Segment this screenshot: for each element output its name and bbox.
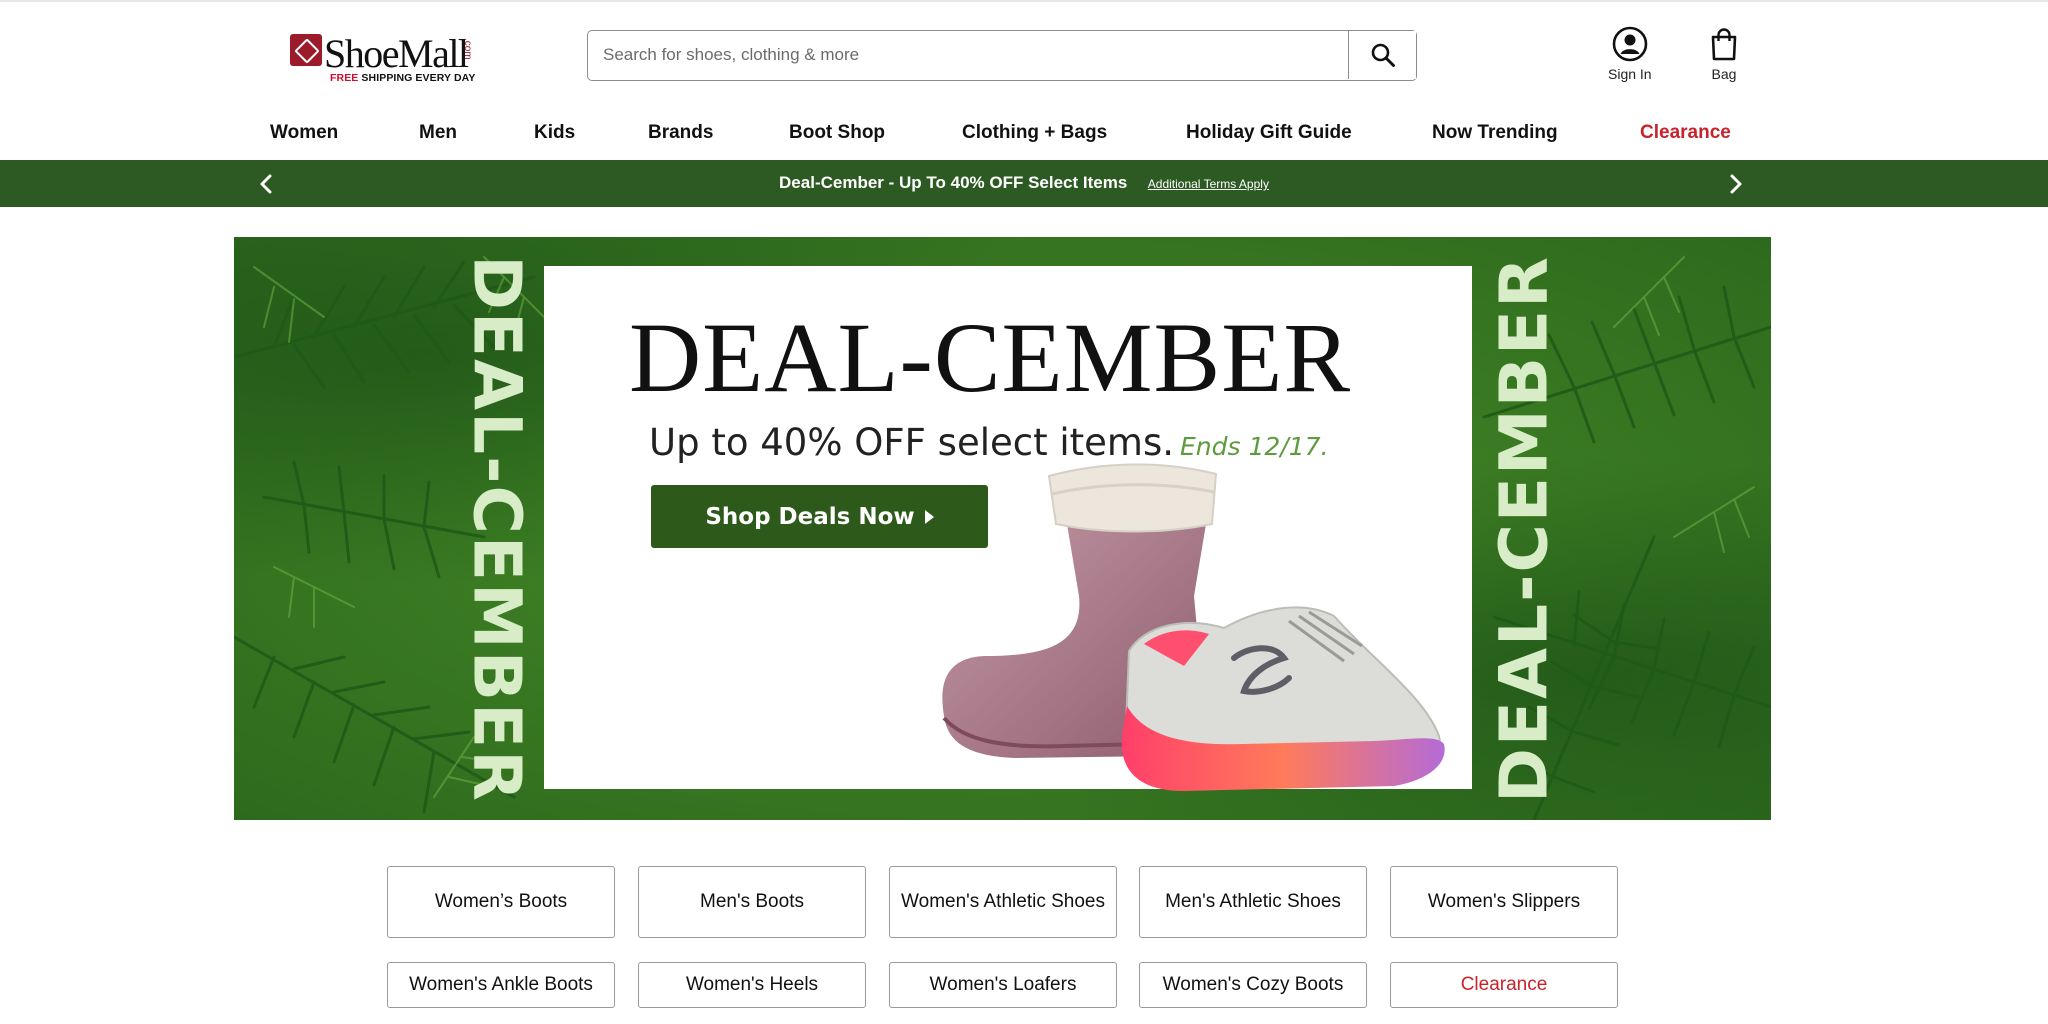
category-clearance[interactable]: Clearance [1390,962,1618,1008]
nav-item-kids[interactable]: Kids [534,122,575,144]
hero-side-text-right: DEAL-CEMBER [1485,254,1563,803]
chevron-right-icon[interactable] [1723,172,1747,196]
category-womens-athletic-shoes[interactable]: Women's Athletic Shoes [889,866,1117,938]
search-button[interactable] [1348,31,1416,79]
logo-wordmark: ShoeMall [324,31,469,76]
hero-panel: DEAL-CEMBER Up to 40% OFF select items. E… [544,266,1472,791]
logo-com: .com [462,38,473,60]
additional-terms-link[interactable]: Additional Terms Apply [1148,177,1269,191]
sign-in-link[interactable]: Sign In [1608,26,1652,82]
logo-tagline: FREE SHIPPING EVERY DAY [330,72,476,84]
bag-label: Bag [1711,66,1737,82]
hero-subtitle: Up to 40% OFF select items. Ends 12/17. [649,421,1329,464]
sign-in-label: Sign In [1608,66,1652,82]
search-bar [587,30,1417,81]
nav-item-now-trending[interactable]: Now Trending [1432,122,1558,144]
nav-item-men[interactable]: Men [419,122,457,144]
hero-side-text-left: DEAL-CEMBER [458,254,536,803]
nav-item-women[interactable]: Women [270,122,338,144]
category-womens-boots[interactable]: Women’s Boots [387,866,615,938]
shoemall-logo[interactable]: ShoeMall .com FREE SHIPPING EVERY DAY [290,31,490,86]
hero-title: DEAL-CEMBER [628,302,1352,413]
nav-item-clothing-bags[interactable]: Clothing + Bags [962,122,1107,144]
logo-mark-icon [290,34,322,66]
category-womens-ankle-boots[interactable]: Women's Ankle Boots [387,962,615,1008]
user-circle-icon [1612,26,1648,62]
nav-item-boot-shop[interactable]: Boot Shop [789,122,885,144]
bag-link[interactable]: Bag [1706,26,1742,82]
nav-item-holiday-gift-guide[interactable]: Holiday Gift Guide [1186,122,1352,144]
nav-item-clearance[interactable]: Clearance [1640,122,1731,144]
shop-deals-now-button[interactable]: Shop Deals Now [651,485,988,548]
hero-banner[interactable]: DEAL-CEMBER DEAL-CEMBER DEAL-CEMBER Up t… [234,237,1771,820]
search-input[interactable] [588,31,1350,79]
category-womens-slippers[interactable]: Women's Slippers [1390,866,1618,938]
category-mens-athletic-shoes[interactable]: Men's Athletic Shoes [1139,866,1367,938]
promo-bar: Deal-Cember - Up To 40% OFF Select Items… [0,160,2048,207]
promo-text: Deal-Cember - Up To 40% OFF Select Items [779,173,1128,192]
category-mens-boots[interactable]: Men's Boots [638,866,866,938]
search-icon [1371,43,1395,67]
site-header: ShoeMall .com FREE SHIPPING EVERY DAY Si… [0,0,2048,110]
play-triangle-icon [924,509,934,524]
category-womens-loafers[interactable]: Women's Loafers [889,962,1117,1008]
nav-item-brands[interactable]: Brands [648,122,713,144]
category-womens-cozy-boots[interactable]: Women's Cozy Boots [1139,962,1367,1008]
shopping-bag-icon [1711,28,1737,61]
hero-end-date: Ends 12/17. [1180,432,1329,461]
main-nav: Women Men Kids Brands Boot Shop Clothing… [0,118,2048,158]
category-womens-heels[interactable]: Women's Heels [638,962,866,1008]
